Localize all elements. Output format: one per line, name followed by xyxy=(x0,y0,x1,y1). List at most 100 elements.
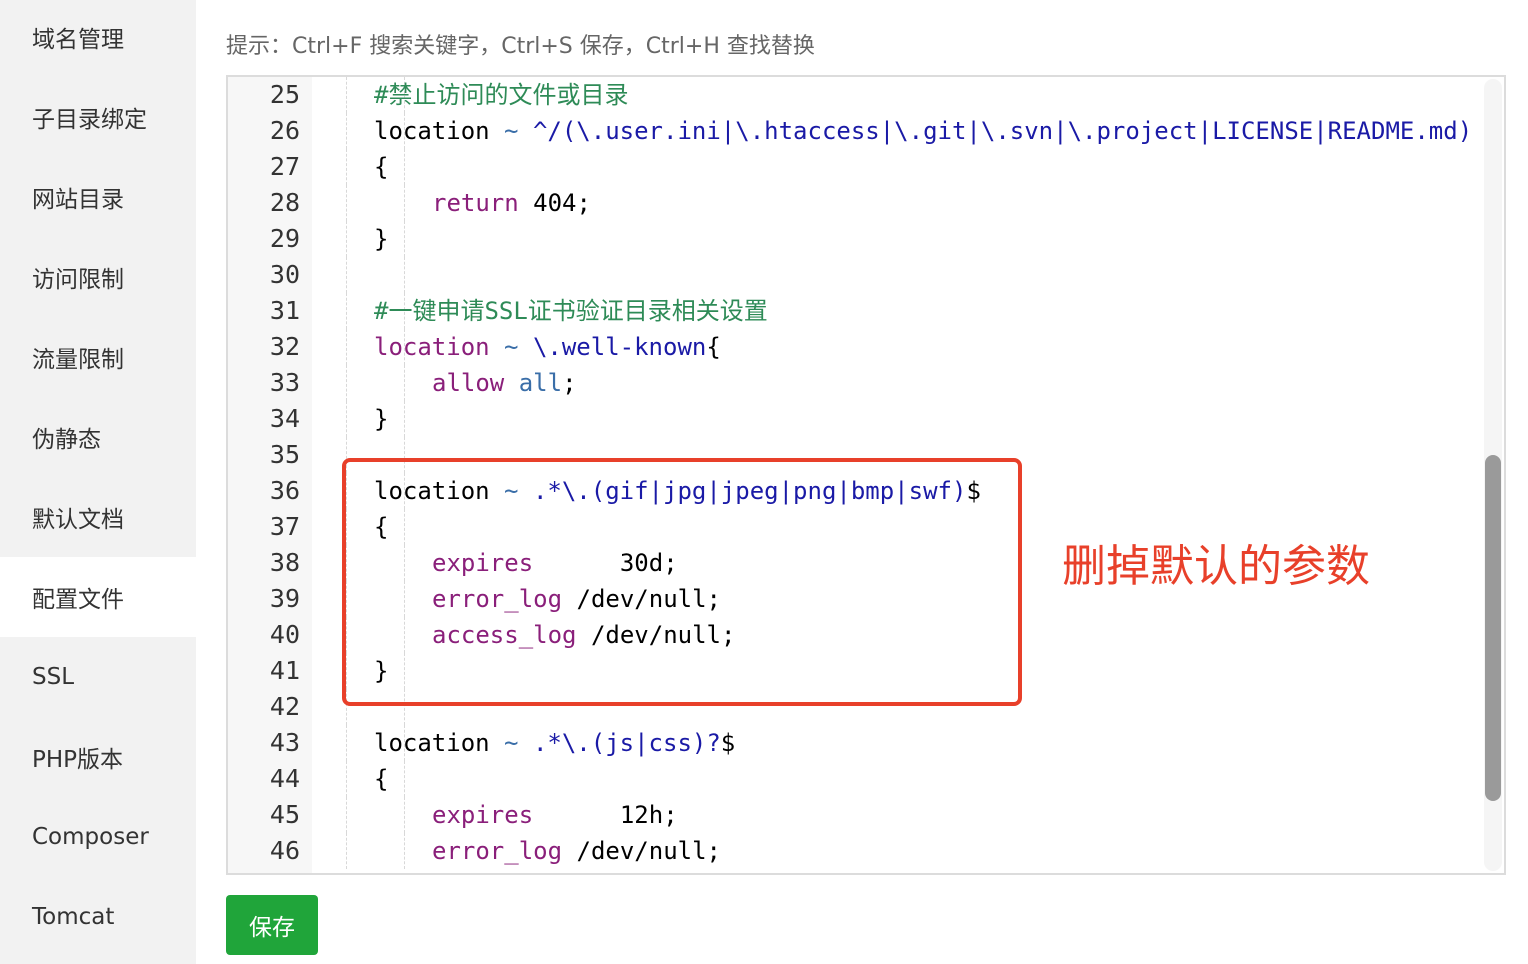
line-number: 26 xyxy=(269,116,300,145)
annotation-text: 删掉默认的参数 xyxy=(1062,541,1370,592)
code-line[interactable]: 34} xyxy=(228,401,1504,437)
line-number: 38 xyxy=(269,548,300,577)
code-token: all xyxy=(518,369,563,397)
line-number: 25 xyxy=(269,80,300,109)
line-number: 29 xyxy=(269,224,300,253)
line-number: 39 xyxy=(269,584,300,613)
code-token: expires xyxy=(432,801,534,829)
indent-guide xyxy=(346,77,347,113)
line-code: { xyxy=(374,149,388,185)
code-line[interactable]: 33 allow all; xyxy=(228,365,1504,401)
code-line[interactable]: 26 location ~ ^/(\.user.ini|\.htaccess|\.… xyxy=(228,113,1504,149)
code-line[interactable]: 45 expires 12h; xyxy=(228,797,1504,833)
indent-guide xyxy=(346,113,347,149)
line-code: #禁止访问的文件或目录 xyxy=(374,77,628,113)
sidebar-item-subdirectory-binding[interactable]: 子目录绑定 xyxy=(0,77,196,157)
code-line[interactable]: 27 { xyxy=(228,149,1504,185)
save-button[interactable]: 保存 xyxy=(226,895,318,955)
indent-guide xyxy=(404,257,405,293)
indent-guide xyxy=(346,725,347,761)
line-code: allow all; xyxy=(432,365,577,401)
indent-guide xyxy=(404,761,405,797)
sidebar-item-ssl[interactable]: SSL xyxy=(0,637,196,717)
line-number: 36 xyxy=(269,476,300,505)
indent-guide xyxy=(404,185,405,221)
code-line[interactable]: 29} xyxy=(228,221,1504,257)
sidebar-item-composer[interactable]: Composer xyxy=(0,797,196,877)
line-number: 43 xyxy=(269,728,300,757)
line-code: location ~ ^/(\.user.ini|\.htaccess|\.gi… xyxy=(374,113,1472,149)
indent-guide xyxy=(346,797,347,833)
code-token: ; xyxy=(562,369,577,397)
sidebar-item-site-directory[interactable]: 网站目录 xyxy=(0,157,196,237)
line-number: 34 xyxy=(269,404,300,433)
sidebar-item-label: Tomcat xyxy=(32,904,115,930)
sidebar-item-tomcat[interactable]: Tomcat xyxy=(0,877,196,957)
indent-guide xyxy=(346,257,347,293)
code-line[interactable]: 43 location ~ .*\.(js|css)?$ xyxy=(228,725,1504,761)
code-token: $ xyxy=(720,729,736,757)
indent-guide xyxy=(404,797,405,833)
line-number: 28 xyxy=(269,188,300,217)
code-line[interactable]: 46 error_log /dev/null; xyxy=(228,833,1504,869)
indent-guide xyxy=(404,401,405,437)
code-token: ~ xyxy=(489,729,533,757)
code-line[interactable]: 28 return 404; xyxy=(228,185,1504,221)
line-number: 44 xyxy=(269,764,300,793)
sidebar-item-traffic-limit[interactable]: 流量限制 xyxy=(0,317,196,397)
line-number: 37 xyxy=(269,512,300,541)
line-number: 41 xyxy=(269,656,300,685)
line-number: 27 xyxy=(269,152,300,181)
code-token: return xyxy=(432,189,519,217)
sidebar-item-label: 子目录绑定 xyxy=(32,107,147,133)
code-token: #禁止访问的文件或目录 xyxy=(374,81,629,109)
indent-guide xyxy=(346,833,347,869)
code-token: } xyxy=(374,225,389,253)
code-token: error_log xyxy=(432,837,563,865)
sidebar-item-domain-management[interactable]: 域名管理 xyxy=(0,0,196,77)
line-code: } xyxy=(374,221,388,257)
code-line[interactable]: 44 { xyxy=(228,761,1504,797)
sidebar-item-label: 默认文档 xyxy=(32,507,124,533)
line-number: 40 xyxy=(269,620,300,649)
code-token: #一键申请SSL证书验证目录相关设置 xyxy=(374,297,768,325)
code-token: /dev/null; xyxy=(562,837,721,865)
code-line[interactable]: 25 #禁止访问的文件或目录 xyxy=(228,77,1504,113)
sidebar: 域名管理子目录绑定网站目录 访问限制流量限制伪静态默认文档配置文件 SSL PHP版本… xyxy=(0,0,196,964)
sidebar-item-label: Composer xyxy=(32,824,149,850)
sidebar-item-label: 伪静态 xyxy=(32,427,101,453)
sidebar-item-default-document[interactable]: 默认文档 xyxy=(0,477,196,557)
code-token: \.well-known xyxy=(532,333,707,361)
hint-text: 提示：Ctrl+F 搜索关键字，Ctrl+S 保存，Ctrl+H 查找替换 xyxy=(226,34,815,59)
code-token: { xyxy=(706,333,721,361)
indent-guide xyxy=(346,761,347,797)
line-code: return 404; xyxy=(432,185,591,221)
code-line[interactable]: 30 xyxy=(228,257,1504,293)
code-token: allow xyxy=(432,369,505,397)
indent-guide xyxy=(346,221,347,257)
sidebar-item-label: 流量限制 xyxy=(32,347,124,373)
code-token: { xyxy=(374,153,389,181)
line-code: location ~ \.well-known{ xyxy=(374,329,721,365)
sidebar-item-access-restriction[interactable]: 访问限制 xyxy=(0,237,196,317)
code-token: location xyxy=(374,333,490,361)
sidebar-item-pseudo-static[interactable]: 伪静态 xyxy=(0,397,196,477)
code-token: location xyxy=(374,729,490,757)
line-number: 46 xyxy=(269,836,300,865)
code-line[interactable]: 31 #一键申请SSL证书验证目录相关设置 xyxy=(228,293,1504,329)
code-token: ^/(\.user.ini|\.htaccess|\.git|\.svn|\.p… xyxy=(532,117,1473,145)
sidebar-item-label: 域名管理 xyxy=(32,27,124,53)
sidebar-item-config-file[interactable]: 配置文件 xyxy=(0,557,196,637)
indent-guide xyxy=(346,401,347,437)
code-token: .*\.(js|css)? xyxy=(532,729,721,757)
indent-guide xyxy=(346,149,347,185)
line-number: 42 xyxy=(269,692,300,721)
code-line[interactable]: 32 location ~ \.well-known{ xyxy=(228,329,1504,365)
line-number: 45 xyxy=(269,800,300,829)
indent-guide xyxy=(404,221,405,257)
sidebar-item-php-version[interactable]: PHP版本 xyxy=(0,717,196,797)
code-token: } xyxy=(374,405,389,433)
code-token: location xyxy=(374,117,490,145)
line-code: location ~ .*\.(js|css)?$ xyxy=(374,725,735,761)
sidebar-item-label: PHP版本 xyxy=(32,747,124,773)
